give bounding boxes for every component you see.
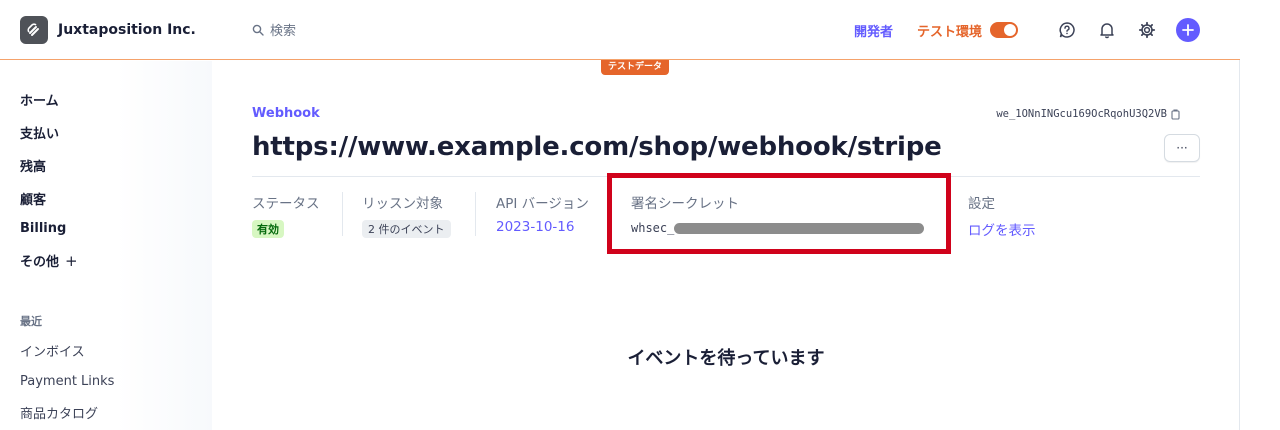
window-margin (1241, 0, 1280, 430)
meta-separator (475, 192, 476, 236)
account-switcher[interactable]: Juxtaposition Inc. (20, 16, 196, 44)
settings-gear-icon[interactable] (1134, 17, 1160, 43)
recent-item-payment-links[interactable]: Payment Links (20, 374, 114, 389)
developers-link[interactable]: 開発者 (854, 21, 893, 40)
sidebar-item-home[interactable]: ホーム (20, 90, 59, 109)
sidebar-item-more-label: その他 (20, 255, 60, 270)
api-version-column: API バージョン 2023-10-16 (496, 192, 589, 235)
status-label: ステータス (252, 196, 320, 212)
sidebar-item-more[interactable]: その他 + (20, 251, 78, 271)
search-placeholder: 検索 (270, 24, 297, 39)
sidebar-item-customers[interactable]: 顧客 (20, 189, 46, 208)
test-mode-toggle[interactable] (990, 22, 1018, 38)
breadcrumb-webhook[interactable]: Webhook (252, 106, 320, 121)
search-input[interactable]: 検索 (252, 20, 296, 39)
endpoint-id[interactable]: we_1ONnINGcu169OcRqohU3Q2VB (996, 108, 1181, 120)
settings-label: 設定 (968, 196, 995, 212)
search-icon (252, 24, 264, 36)
app-window: Juxtaposition Inc. 検索 開発者 テスト環境 テストデータ ホ… (0, 0, 1240, 430)
company-logo-icon (20, 16, 48, 44)
copy-icon[interactable] (1171, 108, 1181, 120)
annotation-highlight-box (607, 173, 951, 254)
view-logs-link[interactable]: ログを表示 (968, 219, 1036, 239)
sidebar-item-balances[interactable]: 残高 (20, 156, 46, 175)
create-plus-button[interactable] (1176, 18, 1200, 42)
settings-column: 設定 ログを表示 (968, 192, 1036, 239)
meta-separator (342, 192, 343, 236)
test-data-badge: テストデータ (601, 60, 670, 75)
endpoint-id-text: we_1ONnINGcu169OcRqohU3Q2VB (996, 108, 1167, 120)
plus-icon (1182, 24, 1194, 36)
more-actions-button[interactable]: ··· (1164, 134, 1200, 162)
listen-label: リッスン対象 (362, 196, 443, 212)
company-name: Juxtaposition Inc. (58, 22, 196, 38)
status-column: ステータス 有効 (252, 192, 320, 238)
top-bar: Juxtaposition Inc. 検索 開発者 テスト環境 (0, 0, 1240, 60)
sidebar-item-payments[interactable]: 支払い (20, 123, 59, 142)
status-badge: 有効 (252, 220, 284, 238)
listen-column: リッスン対象 2 件のイベント (362, 192, 451, 238)
page-title: https://www.example.com/shop/webhook/str… (252, 132, 942, 162)
sidebar: ホーム 支払い 残高 顧客 Billing その他 + 最近 インボイス Pay… (0, 61, 212, 430)
recent-item-product-catalog[interactable]: 商品カタログ (20, 403, 98, 422)
sidebar-item-billing[interactable]: Billing (20, 221, 66, 236)
api-version-label: API バージョン (496, 196, 589, 212)
notifications-bell-icon[interactable] (1094, 17, 1120, 43)
listen-events-badge[interactable]: 2 件のイベント (362, 220, 451, 238)
recent-section-title: 最近 (20, 315, 42, 328)
empty-state-title: イベントを待っています (627, 348, 825, 369)
help-icon[interactable] (1054, 17, 1080, 43)
expand-plus-icon: + (65, 251, 78, 270)
test-mode-label: テスト環境 (916, 24, 982, 40)
api-version-link[interactable]: 2023-10-16 (496, 219, 589, 235)
